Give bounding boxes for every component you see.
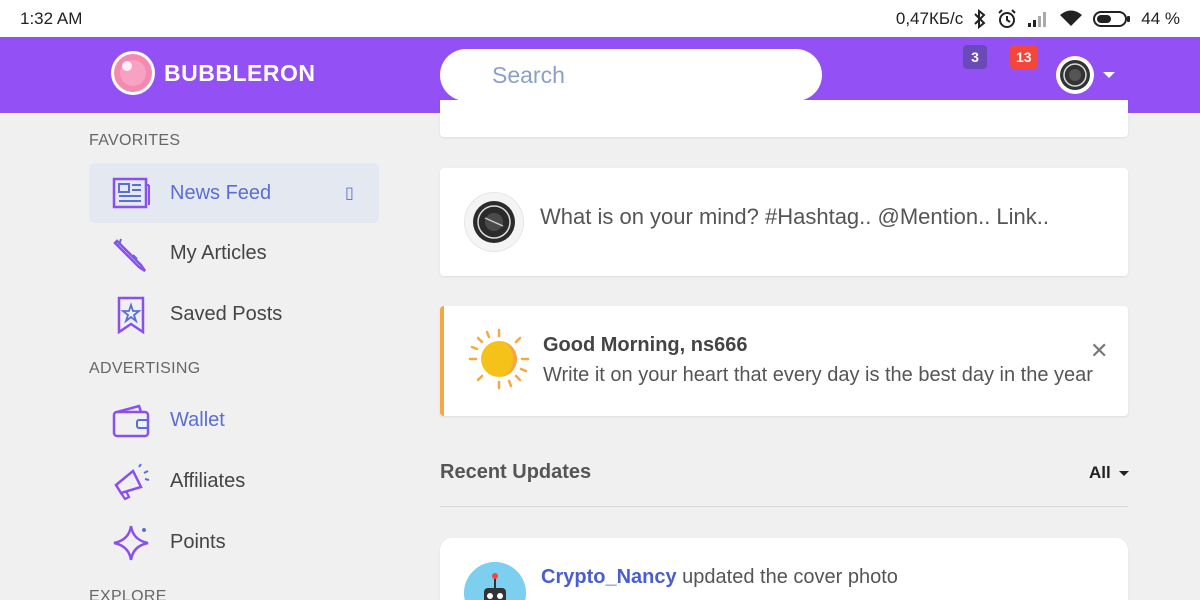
- section-label-advertising: ADVERTISING: [89, 360, 201, 377]
- greeting-message: Write it on your heart that every day is…: [543, 364, 1093, 386]
- user-avatar[interactable]: [1056, 56, 1094, 94]
- sidebar-item-label: My Articles: [170, 241, 267, 264]
- close-icon[interactable]: ✕: [1090, 338, 1108, 364]
- greeting-card: Good Morning, ns666 Write it on your hea…: [440, 306, 1128, 416]
- sidebar-item-wallet[interactable]: Wallet: [89, 390, 379, 450]
- section-label-explore: EXPLORE: [89, 588, 167, 600]
- sidebar-item-label: Affiliates: [170, 469, 246, 492]
- sidebar-item-label: Points: [170, 530, 226, 553]
- greeting-title: Good Morning, ns666: [543, 334, 748, 356]
- search-input[interactable]: [440, 49, 822, 101]
- bluetooth-icon: [974, 8, 986, 29]
- network-speed: 0,47КБ/с: [895, 8, 964, 28]
- update-card: Crypto_Nancy updated the cover photo: [440, 538, 1128, 600]
- bubble-logo-icon: [111, 51, 155, 95]
- avatar[interactable]: [464, 562, 526, 600]
- sidebar-item-my-articles[interactable]: My Articles: [89, 223, 379, 283]
- update-user-link[interactable]: Crypto_Nancy: [541, 566, 677, 588]
- bookmark-star-icon: [117, 296, 145, 334]
- previous-card: [440, 100, 1128, 137]
- newspaper-icon: [112, 177, 150, 209]
- sidebar-item-label: News Feed: [170, 181, 272, 204]
- recent-updates-title: Recent Updates: [440, 461, 592, 483]
- alarm-icon: [998, 8, 1016, 28]
- section-label-favorites: FAVORITES: [89, 132, 181, 149]
- brand-logo[interactable]: BUBBLERON: [110, 50, 315, 96]
- composer-placeholder[interactable]: What is on your mind? #Hashtag.. @Mentio…: [540, 204, 1049, 230]
- sun-icon: [468, 328, 530, 390]
- status-time: 1:32 AM: [20, 8, 83, 28]
- sidebar-item-points[interactable]: Points: [89, 512, 379, 572]
- signal-icon: [1028, 11, 1047, 27]
- left-sidebar: FAVORITES News Feed ▯ My Articles Saved …: [0, 113, 400, 600]
- update-text: Crypto_Nancy updated the cover photo: [541, 566, 898, 589]
- sidebar-item-label: Saved Posts: [170, 302, 283, 325]
- wallet-icon: [112, 404, 150, 438]
- status-bar: 1:32 AM 0,47КБ/с 44 %: [0, 0, 1200, 37]
- sparkle-icon: [113, 525, 149, 561]
- sidebar-item-saved-posts[interactable]: Saved Posts: [89, 284, 379, 344]
- recent-filter-label: All: [1089, 463, 1111, 482]
- recent-filter-dropdown[interactable]: All: [1089, 463, 1129, 483]
- messages-badge[interactable]: 3: [963, 45, 987, 69]
- sidebar-item-affiliates[interactable]: Affiliates: [89, 451, 379, 511]
- composer-avatar: [464, 192, 524, 252]
- sidebar-item-label: Wallet: [170, 408, 225, 431]
- battery-icon: [1093, 10, 1131, 27]
- battery-percent: 44 %: [1141, 8, 1180, 28]
- divider: [440, 506, 1128, 507]
- sidebar-item-news-feed[interactable]: News Feed ▯: [89, 163, 379, 223]
- news-feed-settings-icon[interactable]: ▯: [345, 183, 354, 203]
- brand-name: BUBBLERON: [164, 59, 316, 86]
- notifications-badge[interactable]: 13: [1010, 45, 1038, 69]
- status-icons: 0,47КБ/с 44 %: [895, 8, 1180, 29]
- pencil-icon: [113, 238, 147, 273]
- chevron-down-icon: [1118, 470, 1129, 476]
- coin-avatar-icon: [1060, 60, 1090, 90]
- coin-avatar-icon: [473, 201, 515, 243]
- update-action: updated the cover photo: [682, 566, 898, 588]
- user-menu-chevron-down-icon[interactable]: [1103, 72, 1115, 78]
- robot-avatar-icon: [464, 562, 526, 600]
- post-composer[interactable]: What is on your mind? #Hashtag.. @Mentio…: [440, 168, 1128, 276]
- megaphone-icon: [114, 463, 150, 501]
- wifi-icon: [1060, 10, 1083, 26]
